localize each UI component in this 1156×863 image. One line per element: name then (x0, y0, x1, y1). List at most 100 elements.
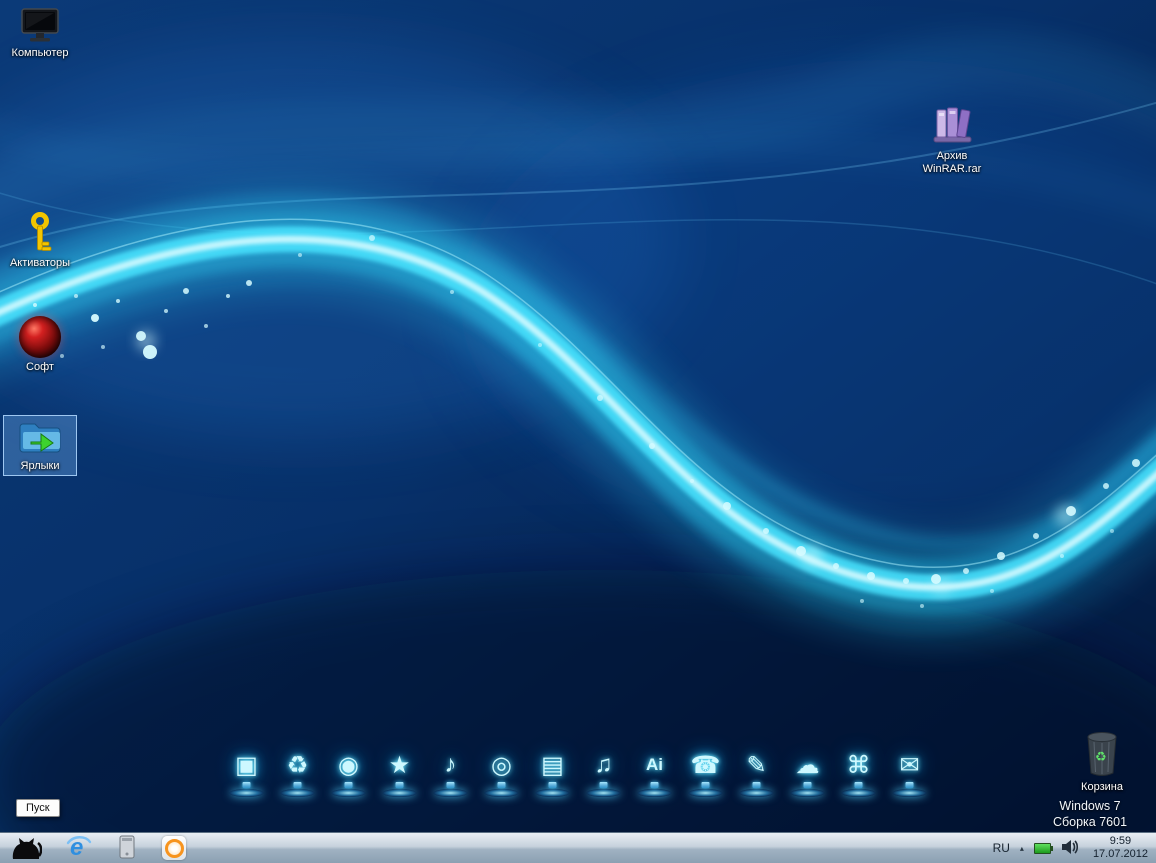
dock-stand (395, 782, 404, 788)
dock-base (586, 789, 621, 797)
clock[interactable]: 9:59 17.07.2012 (1093, 835, 1148, 861)
graphics-icon: ★ (388, 751, 411, 779)
tray-time: 9:59 (1109, 835, 1132, 847)
desktop-icon-recycle-bin[interactable]: ♻ Корзина (1062, 728, 1142, 794)
svg-text:♻: ♻ (1095, 749, 1107, 764)
dock-item-phone[interactable]: ☎ (682, 748, 730, 797)
icon-label: Компьютер (11, 47, 69, 59)
desktop-icon-activators[interactable]: Активаторы (0, 212, 80, 270)
windows-watermark: Windows 7 Сборка 7601 (1030, 798, 1150, 830)
taskbar: e RU ▴ 9:59 17.07.2012 (0, 832, 1156, 863)
dock-stand (701, 782, 710, 788)
dock-item-apple[interactable]: ⌘ (835, 748, 883, 797)
pen-icon: ✎ (746, 751, 767, 779)
dock-stand (650, 782, 659, 788)
red-orb-icon (19, 316, 61, 358)
dock-base (535, 789, 570, 797)
dock-stand (497, 782, 506, 788)
icon-label: Ярлыки (20, 460, 60, 472)
dock-base (841, 789, 876, 797)
icon-label: Софт (26, 361, 54, 373)
icon-label-line2: WinRAR.rar (922, 163, 982, 175)
phone-icon: ☎ (690, 751, 721, 779)
black-cat-start-icon (8, 834, 43, 863)
documents-icon: ▤ (541, 751, 564, 779)
dock-base (331, 789, 366, 797)
apple-icon: ⌘ (846, 751, 871, 779)
battery-icon[interactable] (1033, 842, 1053, 854)
desktop-icon-shortcuts[interactable]: Ярлыки (3, 415, 77, 476)
mail-icon: ✉ (899, 751, 920, 779)
dock-base (688, 789, 723, 797)
tray-date: 17.07.2012 (1092, 848, 1148, 860)
drive-icon (116, 834, 138, 863)
folder-shortcut-icon (17, 419, 63, 457)
icon-label: Активаторы (9, 257, 71, 269)
desktop-icon-soft[interactable]: Софт (0, 316, 80, 374)
dock-stand (905, 782, 914, 788)
dock-base (382, 789, 417, 797)
dock-base (790, 789, 825, 797)
dock-stand (752, 782, 761, 788)
computer-icon: ▣ (235, 751, 258, 779)
dock-stand (854, 782, 863, 788)
dock-stand (446, 782, 455, 788)
dock-base (229, 789, 264, 797)
dock-item-mail[interactable]: ✉ (886, 748, 934, 797)
taskbar-internet-explorer-button[interactable]: e (66, 833, 92, 863)
browser-icon: ◉ (338, 751, 359, 779)
winrar-books-icon (930, 103, 974, 147)
dock-stand (599, 782, 608, 788)
watermark-line1: Windows 7 (1059, 799, 1121, 813)
show-hidden-icons-arrow[interactable]: ▴ (1020, 844, 1024, 853)
dock-item-pen[interactable]: ✎ (733, 748, 781, 797)
dock-item-illustrator[interactable]: Ai (631, 748, 679, 797)
taskbar-drive-button[interactable] (116, 833, 138, 863)
dock-item-recycle-bin[interactable]: ♻ (274, 748, 322, 797)
music-icon: ♪ (444, 751, 457, 778)
dock-base (280, 789, 315, 797)
system-tray: RU ▴ 9:59 17.07.2012 (993, 835, 1156, 861)
internet-explorer-icon: e (66, 834, 92, 863)
recycle-bin-icon: ♻ (286, 751, 309, 779)
dock-base (433, 789, 468, 797)
icon-label-line1: Архив (936, 150, 968, 162)
dock-stand (293, 782, 302, 788)
speaker-icon[interactable] (1061, 839, 1079, 858)
dock-base (484, 789, 519, 797)
dock-item-microphone[interactable]: ♫ (580, 748, 628, 797)
desktop-icon-winrar-archive[interactable]: Архив WinRAR.rar (907, 103, 997, 176)
dock-item-documents[interactable]: ▤ (529, 748, 577, 797)
illustrator-icon: Ai (646, 755, 663, 774)
dock-item-video[interactable]: ◎ (478, 748, 526, 797)
taskbar-apps: e (8, 833, 186, 863)
start-tooltip: Пуск (16, 799, 60, 817)
dock-stand (242, 782, 251, 788)
dock-item-computer[interactable]: ▣ (223, 748, 271, 797)
dock-item-balloon[interactable]: ☁ (784, 748, 832, 797)
start-button[interactable] (8, 833, 43, 863)
key-icon (26, 212, 54, 254)
desktop-icon-computer[interactable]: Компьютер (0, 8, 80, 60)
dock-base (892, 789, 927, 797)
media-player-icon (162, 836, 186, 860)
dock-stand (344, 782, 353, 788)
language-indicator[interactable]: RU (993, 841, 1010, 855)
dock-item-graphics[interactable]: ★ (376, 748, 424, 797)
dock-stand (548, 782, 557, 788)
computer-monitor-icon (20, 8, 60, 44)
icon-label: Корзина (1081, 781, 1123, 793)
dock-base (739, 789, 774, 797)
dock-item-browser[interactable]: ◉ (325, 748, 373, 797)
recycle-bin-icon: ♻ (1081, 728, 1123, 778)
dock-base (637, 789, 672, 797)
video-icon: ◎ (491, 751, 512, 779)
taskbar-media-player-button[interactable] (162, 833, 186, 863)
balloon-icon: ☁ (795, 751, 820, 779)
dock: ▣ ♻ ◉ ★ ♪ ◎ ▤ ♫ Ai ☎ ✎ ☁ ⌘ ✉ (223, 748, 934, 797)
microphone-icon: ♫ (594, 751, 613, 778)
watermark-line2: Сборка 7601 (1052, 815, 1128, 829)
desktop: Компьютер Активаторы Софт Ярлыки Архив W… (0, 0, 1156, 863)
dock-stand (803, 782, 812, 788)
dock-item-music[interactable]: ♪ (427, 748, 475, 797)
